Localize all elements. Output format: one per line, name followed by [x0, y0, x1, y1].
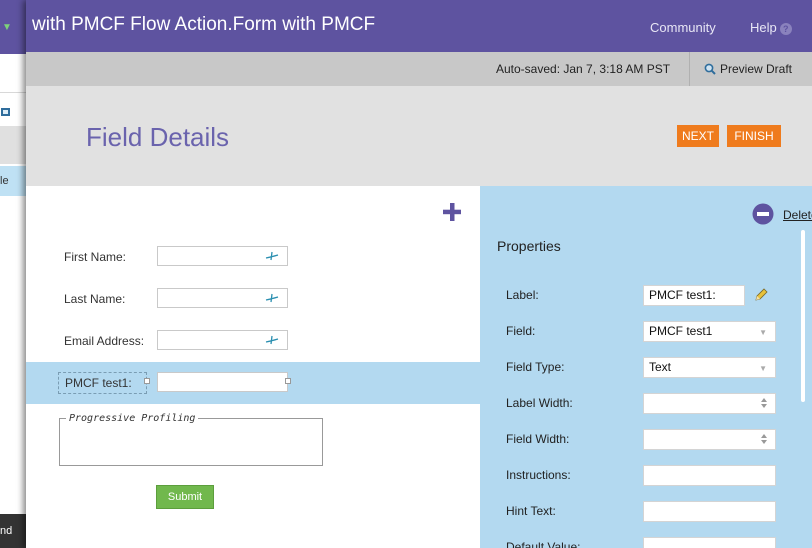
prop-label: Label: [506, 288, 539, 302]
background-grey-block [0, 126, 26, 164]
progressive-profiling-box[interactable]: Progressive Profiling [59, 413, 323, 466]
pencil-icon[interactable] [753, 287, 769, 303]
autosave-status: Auto-saved: Jan 7, 3:18 AM PST [496, 62, 671, 76]
finish-button[interactable]: FINISH [727, 125, 781, 147]
help-icon: ? [779, 22, 792, 35]
preview-draft-button[interactable]: Preview Draft [704, 62, 792, 76]
preview-draft-label: Preview Draft [720, 62, 793, 76]
prop-row-field-width: Field Width: [480, 429, 812, 451]
prop-label: Instructions: [506, 468, 571, 482]
divider [689, 52, 690, 86]
email-input[interactable] [157, 330, 288, 350]
form-canvas: First Name: Last Name: Email Address: PM… [26, 186, 480, 548]
chevron-down-icon: ▼ [759, 328, 767, 337]
chevron-down-icon: ▼ [759, 364, 767, 373]
prop-label: Field: [506, 324, 536, 338]
next-button[interactable]: NEXT [677, 125, 719, 147]
properties-title: Properties [497, 238, 561, 254]
selected-field-label[interactable]: PMCF test1: [58, 372, 147, 394]
field-select-value: PMCF test1 [649, 324, 713, 338]
field-label: Last Name: [64, 292, 126, 306]
prop-label: Label Width: [506, 396, 573, 410]
field-type-select[interactable]: Text ▼ [643, 357, 776, 378]
properties-panel: Delete Properties Label: PMCF test1: Fie… [480, 186, 812, 548]
help-link[interactable]: Help? [750, 20, 792, 35]
prop-label: Field Width: [506, 432, 570, 446]
autofill-icon [265, 251, 279, 261]
form-row-first-name[interactable]: First Name: [26, 244, 480, 284]
stepper-icon[interactable] [761, 433, 767, 445]
chevron-down-icon: ▼ [2, 22, 12, 33]
prop-row-hint-text: Hint Text: [480, 501, 812, 523]
prop-row-label-width: Label Width: [480, 393, 812, 415]
search-icon [704, 63, 716, 75]
prop-row-field-type: Field Type: Text ▼ [480, 357, 812, 379]
prop-row-label: Label: PMCF test1: [480, 285, 812, 307]
label-input[interactable]: PMCF test1: [643, 285, 745, 306]
field-type-value: Text [649, 360, 672, 374]
first-name-input[interactable] [157, 246, 288, 266]
prop-label: Field Type: [506, 360, 565, 374]
page-header: Field Details NEXT FINISH [26, 86, 812, 186]
save-bar: Auto-saved: Jan 7, 3:18 AM PST Preview D… [26, 52, 812, 86]
prop-label: Hint Text: [506, 504, 556, 518]
stepper-icon[interactable] [761, 397, 767, 409]
divider [0, 92, 26, 93]
field-label: Email Address: [64, 334, 145, 348]
label-width-stepper[interactable] [643, 393, 776, 414]
instructions-input[interactable] [643, 465, 776, 486]
autofill-icon [265, 293, 279, 303]
selected-field-input[interactable] [157, 372, 288, 392]
prop-row-instructions: Instructions: [480, 465, 812, 487]
community-link[interactable]: Community [650, 20, 716, 35]
form-editor-window: with PMCF Flow Action.Form with PMCF Com… [26, 0, 812, 548]
submit-button[interactable]: Submit [156, 485, 214, 509]
window-title: with PMCF Flow Action.Form with PMCF [32, 14, 376, 35]
default-value-input[interactable] [643, 537, 776, 548]
background-item[interactable]: le [0, 166, 26, 196]
window-icon [1, 108, 10, 116]
prop-row-default-value: Default Value: [480, 537, 812, 548]
delete-link[interactable]: Delete [783, 208, 812, 222]
scrollbar[interactable] [801, 230, 805, 402]
add-field-icon[interactable] [442, 202, 462, 222]
field-select[interactable]: PMCF test1 ▼ [643, 321, 776, 342]
field-width-stepper[interactable] [643, 429, 776, 450]
autofill-icon [265, 335, 279, 345]
last-name-input[interactable] [157, 288, 288, 308]
background-window: ▼ le nd [0, 0, 26, 548]
selected-form-row[interactable]: PMCF test1: [26, 362, 480, 404]
progressive-profiling-label: Progressive Profiling [66, 413, 199, 424]
help-label: Help [750, 20, 777, 35]
hint-text-input[interactable] [643, 501, 776, 522]
page-title: Field Details [86, 122, 230, 152]
prop-row-field: Field: PMCF test1 ▼ [480, 321, 812, 343]
field-label: First Name: [64, 250, 127, 264]
background-bottom-item[interactable]: nd [0, 514, 26, 548]
delete-icon[interactable] [752, 203, 774, 225]
form-row-last-name[interactable]: Last Name: [26, 286, 480, 326]
resize-handle[interactable] [144, 378, 150, 384]
title-bar: with PMCF Flow Action.Form with PMCF Com… [26, 0, 812, 52]
resize-handle[interactable] [285, 378, 291, 384]
prop-label: Default Value: [506, 540, 581, 548]
